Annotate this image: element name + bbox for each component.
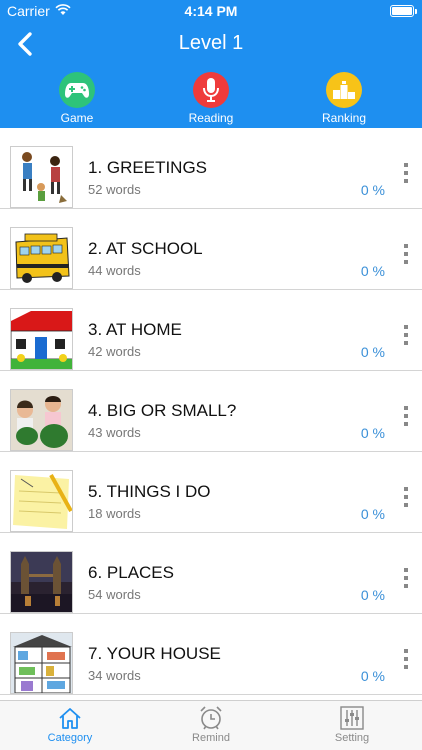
more-options-icon[interactable] [402,244,410,272]
reading-circle [193,72,229,108]
game-label: Game [60,111,94,125]
lesson-thumbnail [10,227,73,289]
podium-icon [333,81,355,99]
sliders-icon [340,706,364,730]
gamepad-icon [65,83,89,98]
tab-label: Remind [192,732,230,744]
game-button[interactable]: Game [32,72,122,125]
ranking-button[interactable]: Ranking [299,72,389,125]
lesson-row[interactable]: 3. AT HOME 42 words 0 % [0,290,422,371]
lesson-progress: 0 % [360,587,385,603]
more-options-icon[interactable] [402,325,410,353]
more-options-icon[interactable] [402,163,410,191]
battery-icon [390,5,417,17]
lesson-word-count: 43 words [88,425,141,440]
tab-label: Setting [334,732,370,744]
lesson-word-count: 34 words [88,668,141,683]
lesson-word-count: 54 words [88,587,141,602]
lesson-title: 5. THINGS I DO [88,482,211,501]
more-options-icon[interactable] [402,487,410,515]
lesson-row[interactable]: 5. THINGS I DO 18 words 0 % [0,452,422,533]
reading-button[interactable]: Reading [166,72,256,125]
lesson-title: 1. GREETINGS [88,158,208,177]
clock: 4:14 PM [184,3,238,19]
status-bar: Carrier 4:14 PM [0,0,422,22]
tab-remind[interactable]: Remind [141,701,281,750]
ranking-label: Ranking [321,111,367,125]
alarm-clock-icon [200,706,222,730]
microphone-icon [203,78,219,102]
lesson-title: 7. YOUR HOUSE [88,644,221,663]
lesson-word-count: 42 words [88,344,141,359]
lesson-list: 1. GREETINGS 52 words 0 % 2. AT SCHOOL 4… [0,128,422,700]
tab-bar: Category Remind Setting [0,700,422,750]
header: Carrier 4:14 PM Level 1 Game Reading Ran… [0,0,422,128]
game-circle [59,72,95,108]
lesson-thumbnail [10,470,73,532]
reading-label: Reading [188,111,234,125]
lesson-progress: 0 % [360,344,385,360]
page-title: Level 1 [178,32,244,54]
lesson-title: 4. BIG OR SMALL? [88,401,237,420]
lesson-word-count: 18 words [88,506,141,521]
lesson-title: 3. AT HOME [88,320,182,339]
lesson-thumbnail [10,146,73,208]
lesson-row[interactable]: 6. PLACES 54 words 0 % [0,533,422,614]
lesson-progress: 0 % [360,506,385,522]
lesson-thumbnail [10,632,73,694]
lesson-progress: 0 % [360,668,385,684]
lesson-word-count: 44 words [88,263,141,278]
lesson-row[interactable]: 4. BIG OR SMALL? 43 words 0 % [0,371,422,452]
lesson-row[interactable]: 2. AT SCHOOL 44 words 0 % [0,209,422,290]
tab-setting[interactable]: Setting [282,701,422,750]
more-options-icon[interactable] [402,568,410,596]
battery-fill [392,7,412,15]
lesson-word-count: 52 words [88,182,141,197]
lesson-row[interactable]: 7. YOUR HOUSE 34 words 0 % [0,614,422,695]
home-icon [59,708,81,729]
lesson-thumbnail [10,308,73,370]
lesson-progress: 0 % [360,263,385,279]
tab-category[interactable]: Category [0,701,140,750]
mode-bar: Game Reading Ranking [0,72,422,126]
lesson-progress: 0 % [360,425,385,441]
app: Carrier 4:14 PM Level 1 Game Reading Ran… [0,0,422,750]
lesson-thumbnail [10,551,73,613]
lesson-row[interactable]: 1. GREETINGS 52 words 0 % [0,128,422,209]
more-options-icon[interactable] [402,406,410,434]
ranking-circle [326,72,362,108]
lesson-title: 6. PLACES [88,563,174,582]
more-options-icon[interactable] [402,649,410,677]
lesson-progress: 0 % [360,182,385,198]
lesson-thumbnail [10,389,73,451]
lesson-title: 2. AT SCHOOL [88,239,203,258]
tab-label: Category [47,732,93,744]
